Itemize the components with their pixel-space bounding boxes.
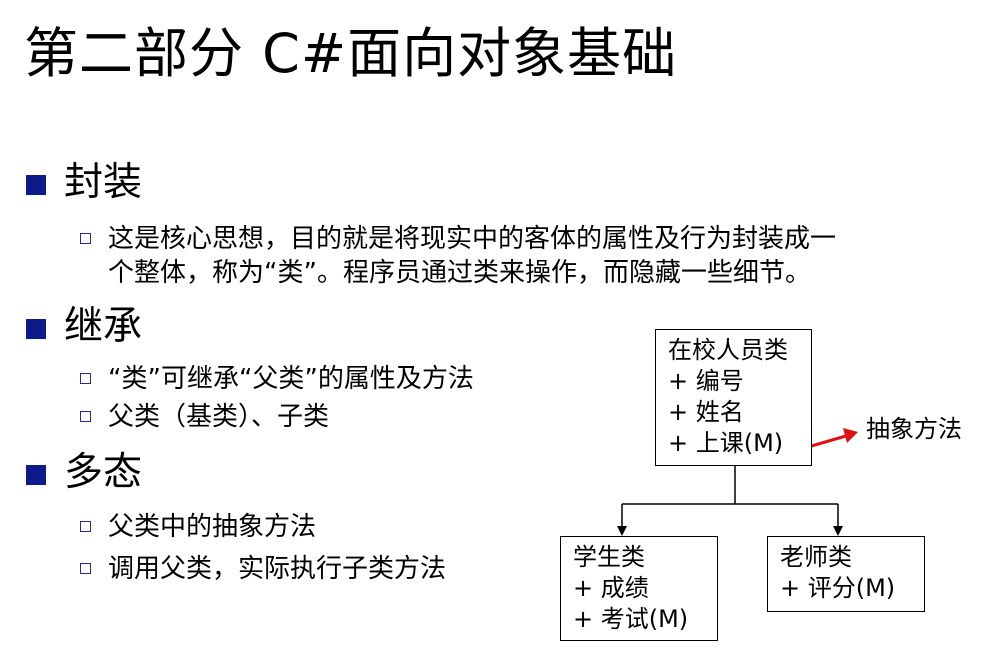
class-member: + 评分(M) bbox=[780, 574, 896, 602]
class-member: + 成绩 bbox=[573, 574, 649, 602]
class-name: 在校人员类 bbox=[668, 336, 788, 364]
teacher-class-box: 老师类 + 评分(M) bbox=[767, 536, 925, 612]
arrowhead-icon bbox=[833, 526, 843, 536]
red-arrowhead-icon bbox=[843, 428, 858, 443]
student-class-box: 学生类 + 成绩 + 考试(M) bbox=[560, 536, 718, 641]
class-name: 学生类 bbox=[573, 543, 645, 571]
class-member: + 考试(M) bbox=[573, 605, 689, 633]
slide: 第二部分 C#面向对象基础 封装 这是核心思想，目的就是将现实中的客体的属性及行… bbox=[0, 0, 986, 651]
class-member: + 上课(M) bbox=[668, 429, 784, 457]
parent-class-box: 在校人员类 + 编号 + 姓名 + 上课(M) bbox=[655, 329, 812, 466]
class-member: + 姓名 bbox=[668, 398, 744, 426]
class-member: + 编号 bbox=[668, 367, 744, 395]
abstract-method-label: 抽象方法 bbox=[866, 415, 962, 443]
class-name: 老师类 bbox=[780, 543, 852, 571]
arrowhead-icon bbox=[617, 526, 627, 536]
